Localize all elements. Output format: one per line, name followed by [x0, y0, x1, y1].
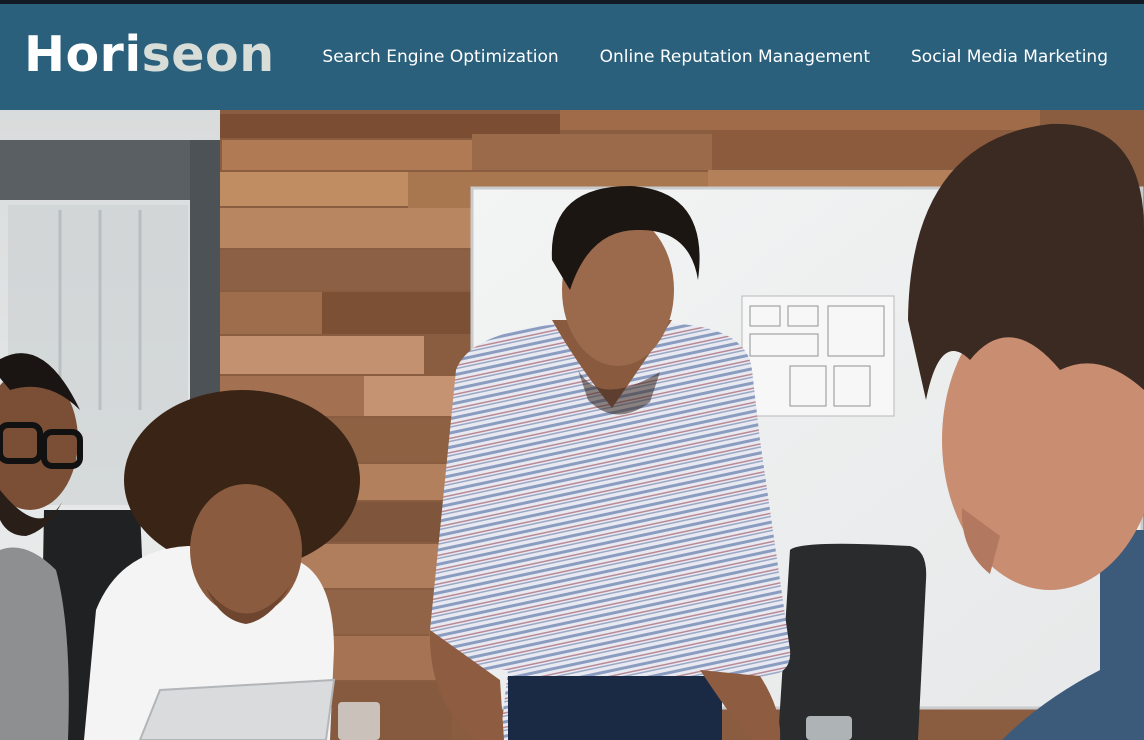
drinking-glass — [338, 702, 380, 740]
main-nav: Search Engine Optimization Online Reputa… — [281, 4, 1108, 110]
site-header: Horiseon Search Engine Optimization Onli… — [0, 4, 1144, 110]
nav-link-social-media-marketing[interactable]: Social Media Marketing — [911, 47, 1108, 67]
nav-link-seo[interactable]: Search Engine Optimization — [322, 47, 558, 67]
whiteboard-sketch — [741, 295, 895, 417]
window-frame-top — [0, 140, 220, 200]
laptop — [138, 678, 336, 740]
nav-link-reputation-management[interactable]: Online Reputation Management — [600, 47, 870, 67]
office-chair — [778, 543, 927, 740]
hero-image — [0, 110, 1144, 740]
hero-photo-illustration — [0, 110, 1144, 740]
logo-text-accent: seon — [141, 26, 275, 83]
site-logo[interactable]: Horiseon — [24, 30, 275, 79]
drinking-glass-2 — [806, 716, 852, 740]
logo-text-primary: Hori — [24, 26, 142, 83]
